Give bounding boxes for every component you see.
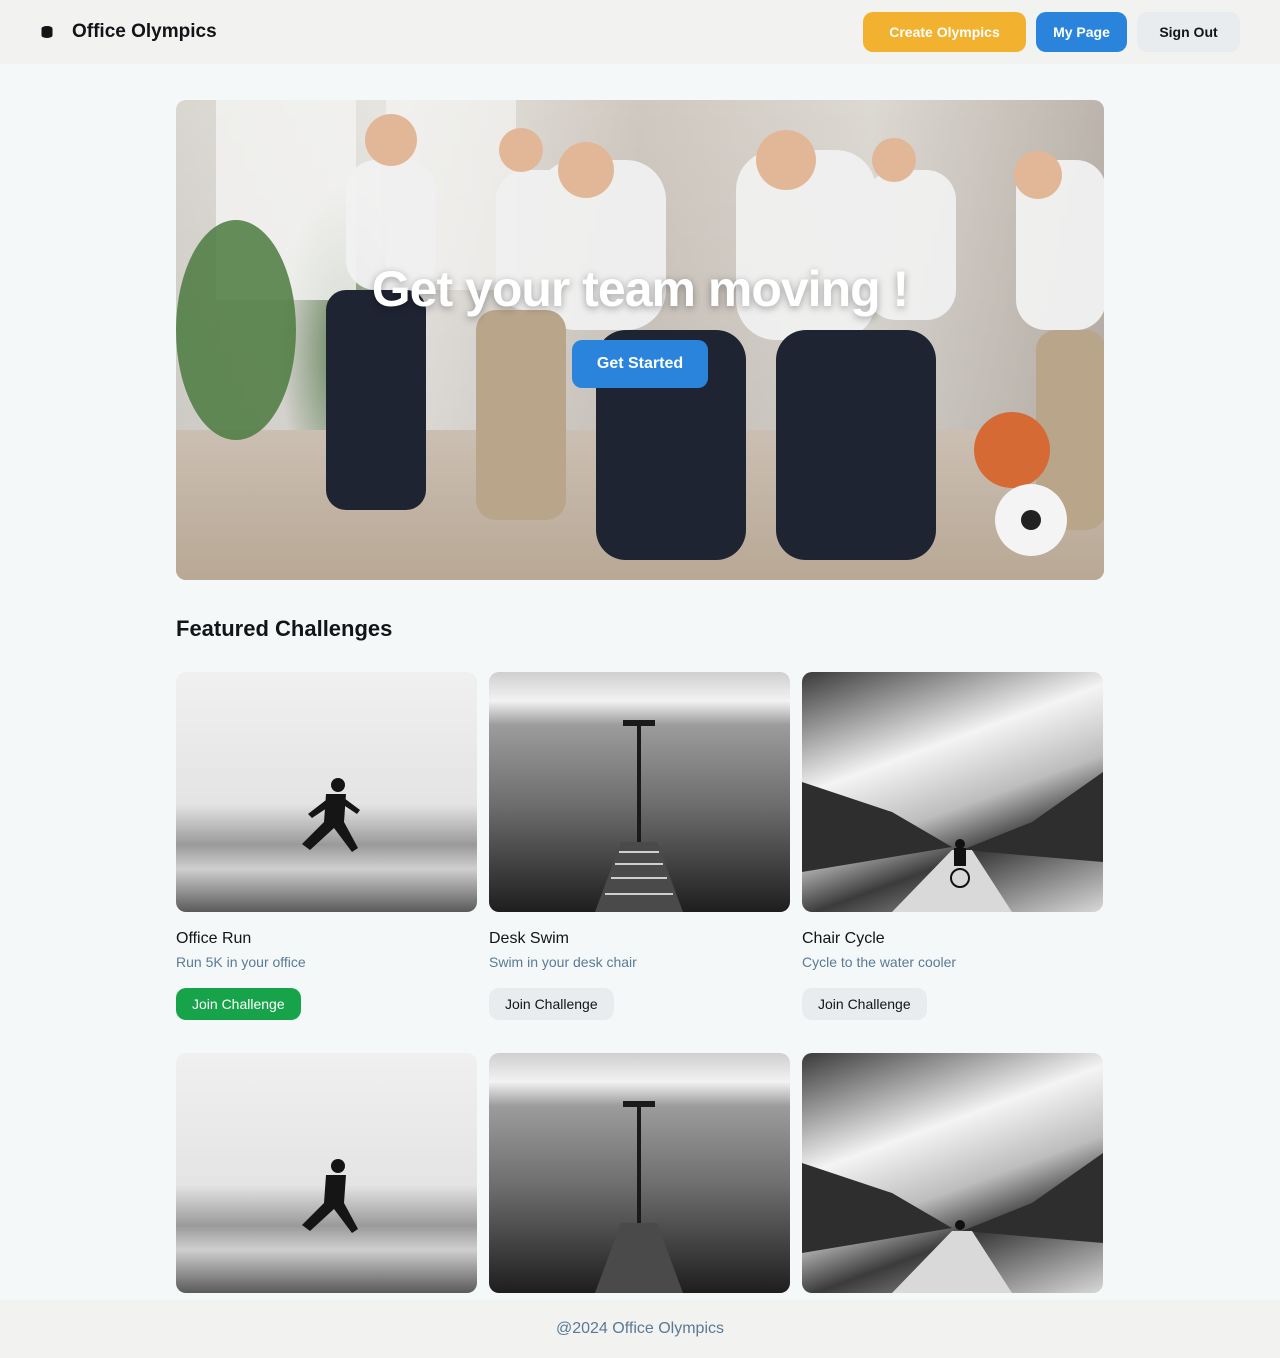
- featured-challenges-title: Featured Challenges: [176, 616, 393, 641]
- hero-banner: Get your team moving ! Get Started: [176, 100, 1104, 580]
- pier-image: [489, 672, 790, 912]
- cyclist-image[interactable]: [802, 1053, 1103, 1293]
- create-olympics-button[interactable]: Create Olympics: [863, 12, 1026, 52]
- join-challenge-button[interactable]: Join Challenge: [176, 988, 301, 1020]
- challenge-description: Swim in your desk chair: [489, 954, 637, 970]
- join-challenge-button[interactable]: Join Challenge: [802, 988, 927, 1020]
- challenge-description: Cycle to the water cooler: [802, 954, 957, 970]
- challenge-card-office-run[interactable]: Office Run Run 5K in your office Join Ch…: [176, 672, 477, 1020]
- footer: @2024 Office Olympics: [0, 1300, 1280, 1358]
- challenge-title: Office Run: [176, 930, 252, 947]
- challenge-grid-row-2: [176, 1053, 1104, 1293]
- challenge-card-desk-swim[interactable]: Desk Swim Swim in your desk chair Join C…: [489, 672, 790, 1020]
- sign-out-button[interactable]: Sign Out: [1137, 12, 1240, 52]
- pier-image[interactable]: [489, 1053, 790, 1293]
- logo-icon: [41, 26, 53, 38]
- brand-name: Office Olympics: [72, 21, 217, 42]
- my-page-button[interactable]: My Page: [1036, 12, 1127, 52]
- header-actions: Create Olympics My Page Sign Out: [863, 12, 1240, 52]
- challenge-grid: Office Run Run 5K in your office Join Ch…: [176, 672, 1104, 1020]
- challenge-title: Desk Swim: [489, 930, 570, 947]
- challenge-description: Run 5K in your office: [176, 954, 306, 970]
- challenge-title: Chair Cycle: [802, 930, 885, 947]
- challenge-card-chair-cycle[interactable]: Chair Cycle Cycle to the water cooler Jo…: [802, 672, 1103, 1020]
- top-nav: Office Olympics Create Olympics My Page …: [0, 0, 1280, 64]
- footer-copyright: @2024 Office Olympics: [555, 1320, 724, 1337]
- get-started-button[interactable]: Get Started: [572, 340, 708, 388]
- runner-image: [176, 672, 477, 912]
- brand[interactable]: Office Olympics: [40, 21, 217, 43]
- join-challenge-button[interactable]: Join Challenge: [489, 988, 614, 1020]
- cyclist-image: [802, 672, 1103, 912]
- runner-image[interactable]: [176, 1053, 477, 1293]
- hero-title: Get your team moving !: [371, 261, 909, 317]
